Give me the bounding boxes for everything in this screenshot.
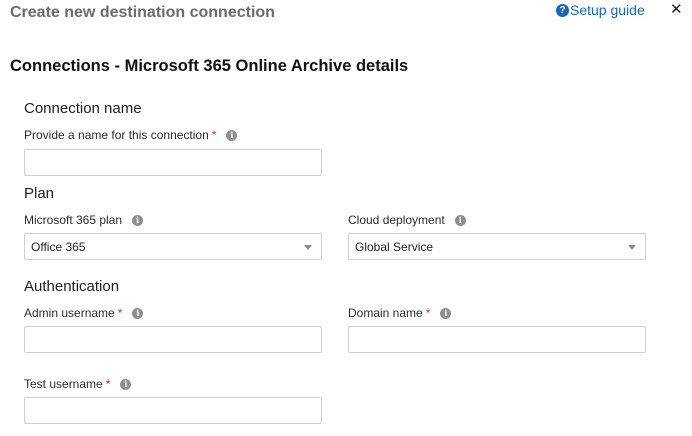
- info-icon[interactable]: i: [454, 214, 466, 226]
- connection-name-label: Provide a name for this connection * i: [24, 128, 238, 142]
- test-username-label: Test username * i: [24, 377, 132, 391]
- close-icon[interactable]: ✕: [670, 0, 683, 18]
- info-icon[interactable]: i: [132, 307, 144, 319]
- chevron-down-icon: [304, 245, 312, 250]
- setup-guide-label: Setup guide: [570, 2, 645, 18]
- required-marker: *: [211, 128, 217, 142]
- admin-username-input[interactable]: [24, 326, 322, 353]
- info-icon[interactable]: i: [226, 129, 238, 141]
- info-icon[interactable]: i: [120, 378, 132, 390]
- required-marker: *: [425, 306, 431, 320]
- help-circle-icon: ?: [556, 3, 569, 17]
- cloud-deployment-label: Cloud deployment i: [348, 213, 466, 227]
- domain-name-input[interactable]: [348, 326, 646, 353]
- required-marker: *: [105, 377, 111, 391]
- domain-name-label: Domain name * i: [348, 306, 452, 320]
- setup-guide-link[interactable]: ? Setup guide: [556, 2, 645, 18]
- cloud-deployment-select[interactable]: Global Service: [348, 233, 646, 260]
- test-username-label-text: Test username: [24, 377, 103, 391]
- cloud-deployment-selected-value: Global Service: [355, 239, 434, 254]
- m365-plan-select[interactable]: Office 365: [24, 233, 322, 260]
- section-title-connection-name: Connection name: [24, 100, 142, 117]
- required-marker: *: [117, 306, 123, 320]
- section-title-plan: Plan: [24, 185, 55, 202]
- cloud-deployment-label-text: Cloud deployment: [348, 213, 445, 227]
- info-icon[interactable]: i: [132, 214, 144, 226]
- test-username-input[interactable]: [24, 397, 322, 424]
- m365-plan-label: Microsoft 365 plan i: [24, 213, 144, 227]
- page-title: Connections - Microsoft 365 Online Archi…: [10, 57, 409, 75]
- connection-name-input[interactable]: [24, 149, 322, 176]
- dialog-title: Create new destination connection: [10, 4, 275, 21]
- domain-name-label-text: Domain name: [348, 306, 423, 320]
- m365-plan-label-text: Microsoft 365 plan: [24, 213, 123, 227]
- m365-plan-selected-value: Office 365: [31, 239, 86, 254]
- section-title-authentication: Authentication: [24, 278, 120, 295]
- connection-name-label-text: Provide a name for this connection: [24, 128, 209, 142]
- admin-username-label-text: Admin username: [24, 306, 115, 320]
- info-icon[interactable]: i: [440, 307, 452, 319]
- chevron-down-icon: [628, 245, 636, 250]
- admin-username-label: Admin username * i: [24, 306, 144, 320]
